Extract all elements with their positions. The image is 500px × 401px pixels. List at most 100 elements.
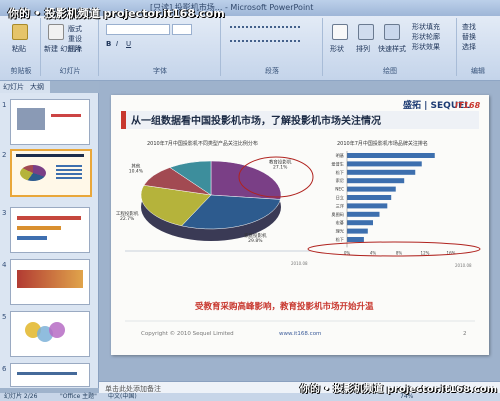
theme-name: "Office 主题" xyxy=(60,393,97,400)
thumb-bar-red xyxy=(17,216,81,220)
clipboard-group-label: 剪贴板 xyxy=(10,67,32,75)
italic-button[interactable]: I xyxy=(116,40,118,48)
bar-tick-label: 4% xyxy=(370,250,377,255)
arrange-button[interactable]: 排列 xyxy=(356,44,370,54)
current-slide[interactable]: 从一组数据看中国投影机市场，了解投影机市场关注情况 盛拓 | SEQUEL IT… xyxy=(111,95,489,355)
pie-slice-value: 22.7% xyxy=(120,216,135,222)
bold-button[interactable]: B xyxy=(106,40,111,48)
arrange-icon[interactable] xyxy=(358,24,374,40)
tab-slides[interactable]: 幻灯片 xyxy=(3,82,24,92)
bar-category-label: 爱普生 xyxy=(331,160,344,167)
bar xyxy=(347,220,373,226)
new-slide-icon[interactable] xyxy=(48,24,64,40)
pie-chart-caption: 2010年7月中国投影机不同类型产品关注比例分布 xyxy=(147,140,258,147)
pie-slice-value: 27.1% xyxy=(273,164,288,170)
bar-tick-label: 12% xyxy=(421,250,430,255)
bar-chart-caption: 2010年7月中国投影机市场品牌关注排名 xyxy=(337,140,428,147)
thumb-number: 6 xyxy=(2,365,7,373)
ribbon: 粘贴 剪贴板 新建 幻灯片 版式 重设 删除 幻灯片 B I U 字体 段落 形… xyxy=(0,16,500,81)
thumb-title xyxy=(16,154,84,157)
bar-category-label: 日立 xyxy=(336,194,344,201)
pie-slice-label: 工程投影机 xyxy=(116,210,139,217)
thumb-text xyxy=(51,114,81,117)
page-number: 2 xyxy=(463,331,467,337)
bar xyxy=(347,153,435,158)
slide-canvas: 从一组数据看中国投影机市场，了解投影机市场关注情况 盛拓 | SEQUEL IT… xyxy=(116,99,481,337)
pie-source: 2010.08 xyxy=(291,261,308,266)
language-indicator: 中文(中国) xyxy=(108,393,137,400)
slide-count: 幻灯片 2/26 xyxy=(4,393,38,400)
bar-source: 2010.08 xyxy=(455,263,472,268)
conclusion-text: 受教育采购高峰影响，教育投影机市场开始升温 xyxy=(195,301,374,312)
delete-button[interactable]: 删除 xyxy=(68,44,82,54)
thumb-number: 4 xyxy=(2,261,7,269)
bar xyxy=(347,161,422,167)
thumb-bar-orange xyxy=(17,226,61,230)
it168-logo: IT168 xyxy=(455,101,481,110)
replace-button[interactable]: 替换 xyxy=(462,32,476,42)
pie-slice-label: 家庭投影机 xyxy=(244,232,267,239)
thumb-number: 5 xyxy=(2,313,7,321)
thumb-text xyxy=(17,372,77,375)
shape-outline-button[interactable]: 形状轮廓 xyxy=(412,32,440,42)
thumb-number: 1 xyxy=(2,101,7,109)
slide-thumbnail[interactable] xyxy=(10,259,90,305)
slides-group: 新建 幻灯片 版式 重设 删除 幻灯片 xyxy=(42,18,99,76)
tab-outline[interactable]: 大纲 xyxy=(30,82,44,92)
paragraph-group: 段落 xyxy=(222,18,323,76)
bar-category-label: 三洋 xyxy=(336,202,344,209)
slide-thumbnail-selected[interactable] xyxy=(10,149,92,197)
drawing-group: 形状 排列 快速样式 形状填充 形状轮廓 形状效果 绘图 xyxy=(324,18,457,76)
shapes-button[interactable]: 形状 xyxy=(330,44,344,54)
font-group: B I U 字体 xyxy=(100,18,221,76)
pie-slice-value: 29.8% xyxy=(248,238,263,244)
bullets-icon[interactable] xyxy=(230,26,300,34)
slide-thumbnail[interactable] xyxy=(10,363,90,387)
thumb-bars xyxy=(56,165,82,167)
editing-group: 查找 替换 选择 编辑 xyxy=(458,18,498,76)
shape-fill-button[interactable]: 形状填充 xyxy=(412,22,440,32)
shape-effects-button[interactable]: 形状效果 xyxy=(412,42,440,52)
bar-highlight-ellipse xyxy=(307,241,481,257)
watermark-top: 你的 • 投影机频道 projector.it168.com xyxy=(8,7,225,20)
slide-thumbnail[interactable] xyxy=(10,99,90,145)
thumb-number: 3 xyxy=(2,209,7,217)
pie-slice xyxy=(210,160,282,200)
clipboard-group: 粘贴 剪贴板 xyxy=(2,18,41,76)
layout-button[interactable]: 版式 xyxy=(68,24,82,34)
pie-slice-value: 10.4% xyxy=(129,168,144,174)
quick-styles-icon[interactable] xyxy=(384,24,400,40)
slide-title: 从一组数据看中国投影机市场，了解投影机市场关注情况 xyxy=(131,114,381,127)
font-name-field[interactable] xyxy=(106,24,170,35)
powerpoint-window: [只读] 投影机市场... - Microsoft PowerPoint 粘贴 … xyxy=(0,0,500,401)
title-accent xyxy=(121,111,126,129)
thumb-pie xyxy=(20,165,46,181)
slide-thumbnail[interactable] xyxy=(10,207,90,253)
bar-category-label: 理光 xyxy=(336,228,344,235)
underline-button[interactable]: U xyxy=(126,40,131,48)
quick-styles-button[interactable]: 快速样式 xyxy=(378,44,406,54)
font-size-field[interactable] xyxy=(172,24,192,35)
pie-chart: 教育投影机27.1% 家庭投影机29.8% 工程投影机22.7% 其他10.4% xyxy=(116,158,292,244)
align-icon[interactable] xyxy=(230,40,300,48)
bar-category-label: 松下 xyxy=(336,236,344,243)
slide-thumbnail[interactable] xyxy=(10,311,90,357)
bar xyxy=(347,169,416,175)
bar-category-label: 松下 xyxy=(336,169,344,176)
bar-category-label: 明基 xyxy=(336,152,345,159)
bar xyxy=(347,178,405,184)
bar-category-label: NEC xyxy=(335,187,344,192)
bar xyxy=(347,228,368,234)
bar-category-label: 宏碁 xyxy=(336,219,345,226)
paragraph-group-label: 段落 xyxy=(265,67,279,75)
paste-icon[interactable] xyxy=(12,24,28,40)
pie-slice-label: 其他 xyxy=(131,162,140,169)
reset-button[interactable]: 重设 xyxy=(68,34,82,44)
copyright-text: Copyright © 2010 Sequel Limited xyxy=(141,330,234,337)
slide-thumbnails: 1 2 3 4 5 6 xyxy=(0,93,99,388)
find-button[interactable]: 查找 xyxy=(462,22,476,32)
shapes-icon[interactable] xyxy=(332,24,348,40)
paste-button[interactable]: 粘贴 xyxy=(12,44,26,54)
select-button[interactable]: 选择 xyxy=(462,42,476,52)
slides-group-label: 幻灯片 xyxy=(59,67,81,75)
